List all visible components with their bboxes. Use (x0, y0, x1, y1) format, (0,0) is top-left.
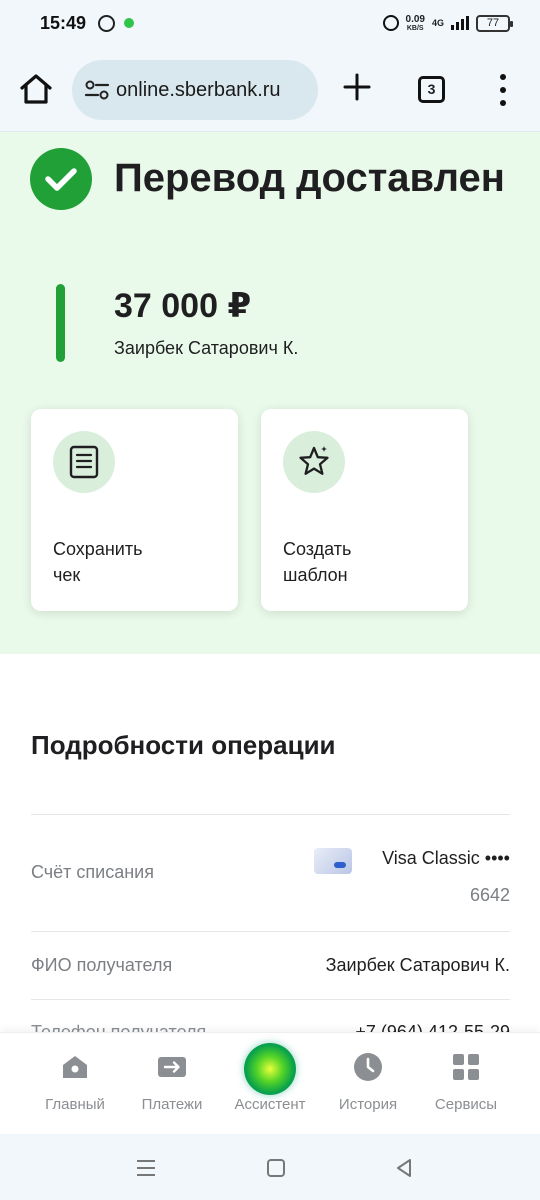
nav-item-services[interactable]: Сервисы (416, 1033, 516, 1135)
signal-icon (451, 16, 469, 30)
page-title: Перевод доставлен (114, 156, 505, 200)
nav-label-services: Сервисы (434, 1096, 498, 1113)
recipient-name-value: Заирбек Сатарович К. (325, 955, 510, 975)
save-receipt-button[interactable]: Сохранить чек (31, 409, 238, 611)
status-indicators: 0.09 KB/S 4G 77 (382, 13, 513, 32)
more-vert-icon[interactable] (495, 74, 511, 106)
payments-icon (158, 1057, 186, 1077)
debit-account-label: Счёт списания (31, 862, 154, 882)
home-icon (20, 74, 52, 104)
recipient-name-label: ФИО получателя (31, 955, 173, 975)
success-panel: Перевод доставлен 37 000 ₽ Заирбек Сатар… (0, 132, 540, 654)
new-tab-button[interactable] (340, 70, 374, 106)
tab-count: 3 (427, 81, 436, 97)
divider (31, 931, 510, 932)
viber-icon (98, 14, 116, 32)
divider (31, 999, 510, 1000)
grid-icon (453, 1054, 479, 1080)
nav-item-assistant[interactable]: Ассистент (220, 1033, 320, 1135)
transfer-amount: 37 000 ₽ (114, 287, 252, 325)
status-bar: 15:49 0.09 KB/S 4G 77 (0, 0, 540, 46)
save-receipt-label: Сохранить чек (53, 539, 143, 585)
recents-icon[interactable] (134, 1156, 158, 1180)
green-dot-icon (124, 18, 135, 28)
nav-label-home: Главный (45, 1096, 105, 1113)
card-icon (314, 848, 352, 874)
assistant-orb-icon (244, 1043, 296, 1095)
network-type: 4G (431, 18, 444, 28)
star-icon (283, 431, 345, 493)
create-template-button[interactable]: Создать шаблон (261, 409, 468, 611)
receipt-icon (53, 431, 115, 493)
battery-icon: 77 (476, 14, 513, 32)
url-text: online.sberbank.ru (116, 78, 281, 101)
check-icon (30, 148, 92, 210)
nav-label-assistant: Ассистент (234, 1096, 306, 1113)
divider (31, 814, 510, 815)
back-triangle-icon[interactable] (392, 1156, 416, 1180)
home-square-icon[interactable] (264, 1156, 288, 1180)
browser-home-button[interactable] (18, 72, 54, 106)
clock-icon (354, 1053, 382, 1081)
url-bar[interactable]: online.sberbank.ru (72, 60, 318, 120)
nav-item-payments[interactable]: Платежи (122, 1033, 222, 1135)
amount-accent-bar (56, 284, 65, 362)
network-speed: 0.09 KB/S (405, 13, 425, 32)
create-template-label: Создать шаблон (283, 539, 352, 585)
system-navigation (0, 1134, 540, 1200)
nav-label-payments: Платежи (141, 1096, 203, 1113)
status-time: 15:49 (40, 12, 87, 33)
nav-label-history: История (338, 1096, 398, 1113)
site-settings-icon[interactable] (84, 78, 110, 102)
details-title: Подробности операции (31, 730, 336, 760)
tabs-button[interactable]: 3 (418, 76, 445, 103)
recipient-name: Заирбек Сатарович К. (114, 338, 299, 358)
browser-toolbar: online.sberbank.ru 3 (0, 46, 540, 132)
home-icon (63, 1056, 87, 1078)
nav-item-home[interactable]: Главный (25, 1033, 125, 1135)
nav-item-history[interactable]: История (318, 1033, 418, 1135)
bottom-navigation: Главный Платежи Ассистент История Сервис… (0, 1032, 540, 1134)
plus-icon (343, 73, 371, 101)
alarm-icon (382, 15, 399, 31)
debit-account-value[interactable]: Visa Classic •••• (382, 848, 510, 869)
card-last-digits: 6642 (469, 885, 510, 905)
network-speed-unit: KB/S (406, 24, 424, 32)
network-speed-value: 0.09 (405, 13, 425, 25)
